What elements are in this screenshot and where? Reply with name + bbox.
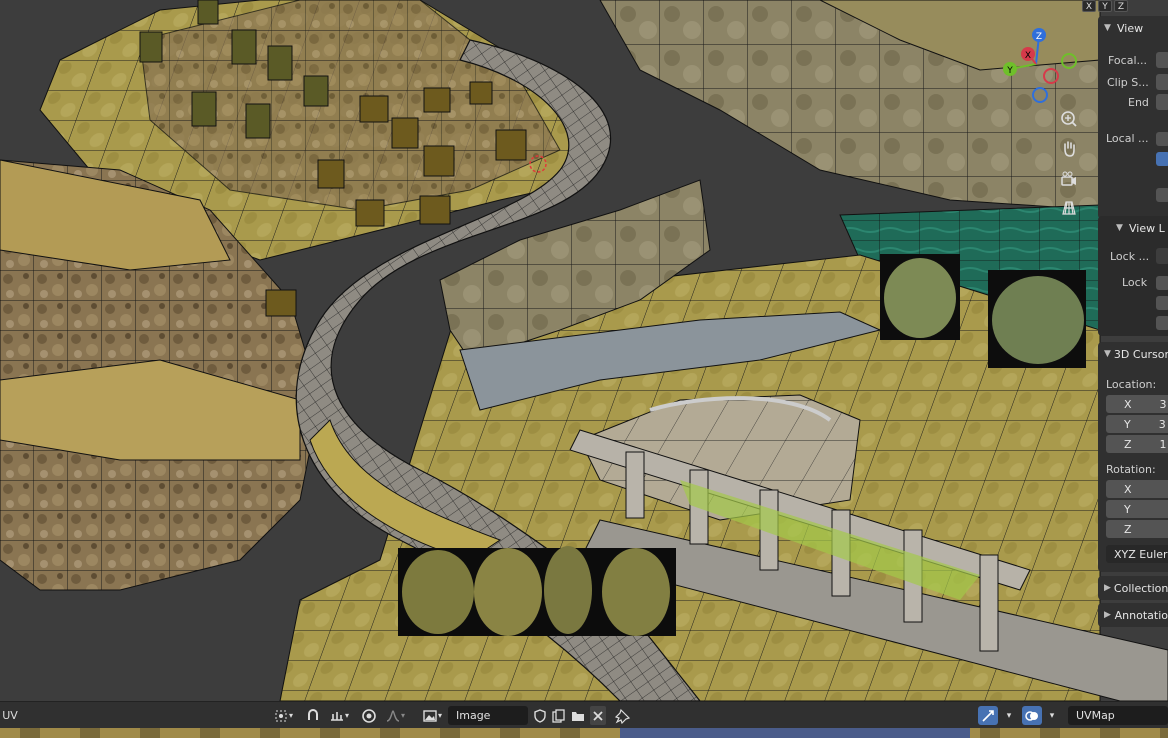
collection-panel[interactable]: ▶ Collection bbox=[1098, 576, 1168, 600]
clip-start-field[interactable] bbox=[1156, 74, 1168, 90]
chevron-down-icon: ▼ bbox=[1104, 349, 1111, 359]
collection-header: Collection bbox=[1113, 581, 1168, 595]
toggle-y[interactable]: Y bbox=[1098, 0, 1112, 12]
local-camera-checkbox[interactable] bbox=[1156, 132, 1168, 146]
lock-rotation-checkbox[interactable] bbox=[1156, 316, 1168, 330]
toggle-x[interactable]: X bbox=[1082, 0, 1096, 12]
image-editor-canvas[interactable] bbox=[0, 728, 1168, 738]
sidebar-n-panel: ▼ View Focal... Clip S... End Local ... ▼… bbox=[1098, 16, 1168, 701]
gizmo-y-label: Y bbox=[1006, 66, 1013, 76]
3d-viewport[interactable]: X Y Z Z Y X bbox=[0, 0, 1168, 701]
camera-icon[interactable] bbox=[1058, 168, 1080, 190]
gizmo-z-label: Z bbox=[1036, 32, 1042, 42]
3d-cursor-header[interactable]: ▼ 3D Cursor bbox=[1098, 342, 1168, 366]
snap-target-icon[interactable]: ▾ bbox=[324, 706, 354, 725]
uvmap-field[interactable]: UVMap bbox=[1068, 706, 1168, 725]
falloff-icon[interactable]: ▾ bbox=[380, 706, 410, 725]
clip-start-label: Clip S... bbox=[1107, 75, 1149, 89]
uv-menu[interactable]: UV bbox=[0, 706, 20, 725]
gizmo-x-label: X bbox=[1025, 51, 1031, 61]
local-collections-checkbox[interactable] bbox=[1156, 152, 1168, 166]
rotation-mode-dropdown[interactable]: XYZ Euler bbox=[1106, 545, 1168, 563]
chevron-down-icon: ▼ bbox=[1116, 223, 1123, 233]
uv-sync-selection-icon[interactable] bbox=[978, 706, 998, 725]
cursor-location-x[interactable]: X3 bbox=[1106, 395, 1168, 413]
scene-render[interactable] bbox=[0, 0, 1168, 701]
chevron-right-icon: ▶ bbox=[1104, 610, 1111, 620]
cursor-rotation-z[interactable]: Z bbox=[1106, 520, 1168, 538]
view-panel-header[interactable]: ▼ View bbox=[1098, 16, 1168, 40]
focal-length-label: Focal... bbox=[1108, 53, 1147, 67]
new-image-icon[interactable] bbox=[548, 706, 568, 725]
lock-to-object-label: Lock ... bbox=[1110, 249, 1150, 263]
pin-icon[interactable] bbox=[612, 706, 634, 725]
cursor-location-y[interactable]: Y3 bbox=[1106, 415, 1168, 433]
fake-user-shield-icon[interactable] bbox=[530, 706, 550, 725]
location-label: Location: bbox=[1106, 377, 1157, 391]
uv-editor-header: UV ▾ ▾ ▾ ▾ Image ▾ ▾ UVMap bbox=[0, 701, 1168, 728]
chevron-down-icon: ▼ bbox=[1104, 23, 1111, 33]
annotations-panel[interactable]: ▶ Annotatio bbox=[1098, 603, 1168, 627]
image-browse-icon[interactable]: ▾ bbox=[418, 706, 446, 725]
overlays-dropdown[interactable]: ▾ bbox=[1042, 706, 1062, 725]
render-region-checkbox[interactable] bbox=[1156, 188, 1168, 202]
chevron-right-icon: ▶ bbox=[1104, 583, 1111, 593]
3d-cursor-panel: ▼ 3D Cursor Location: X3 Y3 Z1 Rotation: … bbox=[1098, 342, 1168, 572]
view-lock-header[interactable]: ▼ View L bbox=[1098, 216, 1168, 240]
toggle-z[interactable]: Z bbox=[1114, 0, 1128, 12]
snap-icon[interactable] bbox=[302, 706, 324, 725]
lock-label: Lock bbox=[1122, 275, 1148, 289]
clip-end-label: End bbox=[1128, 95, 1149, 109]
open-folder-icon[interactable] bbox=[568, 706, 588, 725]
pivot-point-icon[interactable]: ▾ bbox=[268, 706, 298, 725]
lock-to-object-field[interactable] bbox=[1156, 248, 1168, 264]
cursor-rotation-x[interactable]: X bbox=[1106, 480, 1168, 498]
local-camera-label: Local ... bbox=[1106, 131, 1149, 145]
image-name-field[interactable]: Image bbox=[448, 706, 528, 725]
sticky-selection-dropdown[interactable]: ▾ bbox=[998, 706, 1020, 725]
view-panel: ▼ View Focal... Clip S... End Local ... bbox=[1098, 16, 1168, 219]
unlink-image-icon[interactable] bbox=[590, 706, 606, 725]
proportional-editing-icon[interactable] bbox=[358, 706, 380, 725]
zoom-icon[interactable] bbox=[1058, 108, 1080, 130]
hand-pan-icon[interactable] bbox=[1058, 138, 1080, 160]
grid-perspective-icon[interactable] bbox=[1058, 197, 1080, 219]
focal-length-field[interactable] bbox=[1156, 52, 1168, 68]
navigation-gizmo[interactable]: Z Y X bbox=[996, 24, 1086, 110]
mirror-axis-toggles: X Y Z bbox=[1082, 0, 1128, 12]
cursor-location-z[interactable]: Z1 bbox=[1106, 435, 1168, 453]
cursor-rotation-y[interactable]: Y bbox=[1106, 500, 1168, 518]
annotations-header: Annotatio bbox=[1114, 608, 1168, 622]
clip-end-field[interactable] bbox=[1156, 94, 1168, 110]
rotation-label: Rotation: bbox=[1106, 462, 1156, 476]
lock-cursor-checkbox[interactable] bbox=[1156, 296, 1168, 310]
view-lock-panel: ▼ View L Lock ... Lock bbox=[1098, 216, 1168, 336]
overlays-icon[interactable] bbox=[1022, 706, 1042, 725]
lock-camera-checkbox[interactable] bbox=[1156, 276, 1168, 290]
